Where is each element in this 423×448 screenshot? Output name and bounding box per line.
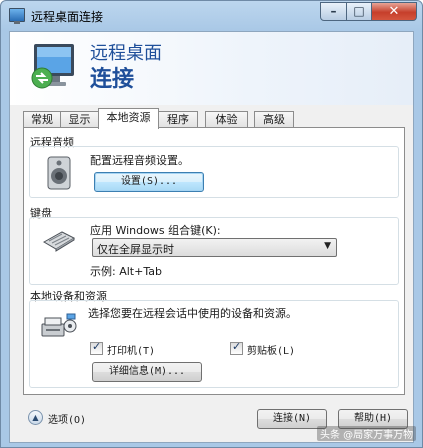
close-button[interactable]: ✕ (371, 2, 417, 21)
maximize-icon: □ (353, 4, 365, 18)
local-resources-panel: 远程音频 配置远程音频设置。 设置(S)... 键盘 应用 Windows 组合… (23, 127, 405, 395)
details-button[interactable]: 详细信息(M)... (92, 362, 202, 382)
maximize-button[interactable]: □ (346, 2, 372, 21)
close-icon: ✕ (388, 4, 400, 19)
keyboard-combo-select[interactable]: 仅在全屏显示时 ▼ (92, 238, 337, 257)
chevron-up-icon: ▲ (32, 413, 39, 422)
remote-desktop-window: 远程桌面连接 – □ ✕ 远程桌面 连接 常规 显示 本地资源 程序 体验 高级 (0, 0, 423, 448)
keyboard-apply-label: 应用 Windows 组合键(K): (90, 224, 221, 237)
clipboard-label[interactable]: 剪贴板(L) (247, 342, 295, 357)
window-title: 远程桌面连接 (31, 10, 104, 24)
tab-programs[interactable]: 程序 (158, 111, 198, 128)
tab-general[interactable]: 常规 (23, 111, 61, 128)
title-bar[interactable]: 远程桌面连接 – □ ✕ (1, 1, 422, 31)
chevron-down-icon: ▼ (324, 241, 331, 251)
tab-display[interactable]: 显示 (60, 111, 99, 128)
banner-title-line2: 连接 (90, 67, 135, 92)
clipboard-checkbox[interactable]: ✓ (230, 340, 243, 355)
audio-description: 配置远程音频设置。 (90, 154, 189, 167)
tab-experience[interactable]: 体验 (205, 111, 248, 128)
dialog-client: 远程桌面 连接 常规 显示 本地资源 程序 体验 高级 远程音频 配置远程音频设… (9, 31, 414, 443)
minimize-icon: – (330, 4, 337, 18)
banner: 远程桌面 连接 (10, 32, 413, 105)
keyboard-icon (42, 231, 76, 252)
speaker-icon (47, 156, 71, 190)
app-icon (9, 8, 25, 24)
devices-icon (41, 313, 77, 337)
checkmark-icon: ✓ (232, 340, 242, 353)
audio-group (29, 146, 399, 198)
keyboard-example: 示例: Alt+Tab (90, 265, 162, 278)
checkmark-icon: ✓ (92, 340, 102, 353)
tab-advanced[interactable]: 高级 (254, 111, 294, 128)
minimize-button[interactable]: – (320, 2, 347, 21)
options-label[interactable]: 选项(O) (48, 411, 86, 426)
audio-settings-button[interactable]: 设置(S)... (94, 172, 204, 192)
watermark: 头条 @局家万事万物 (317, 426, 417, 441)
tab-local-resources[interactable]: 本地资源 (98, 108, 159, 129)
remote-desktop-icon (31, 44, 74, 89)
keyboard-selected-value: 仅在全屏显示时 (97, 243, 174, 256)
options-expand-button[interactable]: ▲ (28, 410, 43, 425)
printer-label[interactable]: 打印机(T) (107, 342, 155, 357)
devices-description: 选择您要在远程会话中使用的设备和资源。 (88, 307, 297, 320)
tab-bar: 常规 显示 本地资源 程序 体验 高级 (23, 108, 413, 129)
printer-checkbox[interactable]: ✓ (90, 340, 103, 355)
